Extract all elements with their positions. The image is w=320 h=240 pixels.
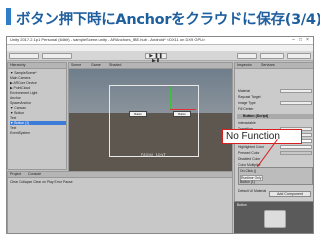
inspector-label: Interactable: [238, 121, 256, 125]
collapse-button[interactable]: Collapse: [19, 180, 32, 184]
window-titlebar: Unity 2017.2.1p1 Personal (64bit) - samp…: [7, 37, 313, 45]
slide-title-area: ボタン押下時にAnchorをクラウドに保存(3/4): [0, 0, 320, 34]
tab-project[interactable]: Project: [10, 172, 21, 176]
hierarchy-panel: Hierarchy ▼ SampleScene* Main Camera ▶ A…: [7, 62, 67, 170]
maximize-icon[interactable]: □: [298, 38, 303, 43]
tab-console[interactable]: Console: [28, 172, 41, 176]
tab-game[interactable]: Game: [91, 63, 101, 67]
hierarchy-row[interactable]: ▶ ARCore Device: [10, 81, 37, 85]
hierarchy-row[interactable]: Text: [10, 126, 16, 130]
pivot-toggles[interactable]: [42, 53, 72, 59]
gizmo-y-axis[interactable]: [170, 87, 171, 109]
hierarchy-row[interactable]: SpawnAnchor: [10, 101, 31, 105]
slide-title: ボタン押下時にAnchorをクラウドに保存(3/4): [16, 12, 320, 28]
button-preview-image: [264, 210, 286, 228]
title-accent-bar: [6, 8, 11, 25]
preview-label: Button: [237, 203, 247, 207]
inspector-label: Image Type: [238, 101, 256, 105]
tab-inspector[interactable]: Inspector: [237, 63, 252, 67]
layers-dropdown[interactable]: [260, 53, 284, 59]
hierarchy-row[interactable]: Environment Light: [10, 91, 37, 95]
object-reference-field[interactable]: Button (1): [240, 180, 255, 184]
scene-button-b[interactable]: Button: [173, 111, 191, 117]
clear-on-play-button[interactable]: Clear on Play: [33, 180, 53, 184]
material-field[interactable]: [280, 89, 312, 93]
console-buttons: Clear Collapse Clear on Play Error Pause: [10, 180, 73, 184]
scene-new-text: New Text: [141, 153, 166, 159]
hierarchy-row[interactable]: Anchor: [10, 96, 21, 100]
preview-panel: Button: [234, 201, 313, 233]
project-panel: Project Console Clear Collapse Clear on …: [7, 171, 233, 233]
inspector-label: Disabled Color: [238, 157, 261, 161]
hierarchy-row[interactable]: Main Camera: [10, 76, 30, 80]
hierarchy-row-selected[interactable]: ▼ Button (1): [10, 121, 66, 125]
scene-button-a[interactable]: Button: [129, 111, 147, 117]
hierarchy-row[interactable]: ▼ SampleScene*: [10, 71, 37, 75]
hierarchy-row[interactable]: ▼ Button: [10, 111, 24, 115]
unity-editor-screenshot: Unity 2017.2.1p1 Personal (64bit) - samp…: [6, 36, 314, 234]
add-component-button[interactable]: Add Component: [269, 191, 311, 197]
no-function-callout: No Function: [222, 129, 302, 144]
canvas-bounds: [109, 85, 199, 157]
transform-tools[interactable]: [9, 53, 39, 59]
button-component-header[interactable]: Button (Script): [237, 114, 313, 119]
account-button[interactable]: [237, 53, 257, 59]
inspector-tabs: Inspector Services: [235, 63, 313, 69]
default-ui-material-label: Default UI Material: [238, 189, 267, 193]
tab-services[interactable]: Services: [261, 63, 275, 67]
toolbar: ▶ ❚❚ ▶❚: [7, 51, 313, 64]
gizmo-x-axis[interactable]: [170, 109, 196, 110]
minimize-icon[interactable]: –: [291, 38, 296, 43]
close-icon[interactable]: ×: [305, 38, 310, 43]
inspector-label: Fill Center: [238, 107, 254, 111]
layout-dropdown[interactable]: [287, 53, 311, 59]
tab-scene[interactable]: Scene: [71, 63, 81, 67]
pressed-color-swatch[interactable]: [280, 151, 312, 155]
hierarchy-row[interactable]: ▼ Canvas: [10, 106, 26, 110]
clear-button[interactable]: Clear: [10, 180, 18, 184]
highlighted-color-swatch[interactable]: [280, 145, 312, 149]
onclick-label: On Click (): [240, 169, 257, 173]
inspector-label: Material: [238, 89, 251, 93]
error-pause-button[interactable]: Error Pause: [55, 180, 73, 184]
image-type-dropdown[interactable]: [280, 101, 312, 105]
inspector-label: Pressed Color: [238, 151, 260, 155]
hierarchy-tab[interactable]: Hierarchy: [8, 63, 66, 69]
play-icon[interactable]: ▶ ❚❚ ▶❚: [145, 53, 167, 64]
hierarchy-row[interactable]: Text: [10, 116, 16, 120]
window-title: Unity 2017.2.1p1 Personal (64bit) - samp…: [10, 37, 206, 42]
scene-view[interactable]: Scene Game Shaded Button Button New Text: [68, 62, 233, 173]
project-tabs: Project Console: [8, 172, 232, 178]
hierarchy-row[interactable]: EventSystem: [10, 131, 30, 135]
inspector-label: Highlighted Color: [238, 145, 265, 149]
onclick-event-list: On Click () Runtime Only Button (1): [238, 167, 313, 185]
shading-dropdown[interactable]: Shaded: [109, 63, 121, 67]
hierarchy-row[interactable]: ▶ PointCloud: [10, 86, 30, 90]
inspector-label: Raycast Target: [238, 95, 261, 99]
